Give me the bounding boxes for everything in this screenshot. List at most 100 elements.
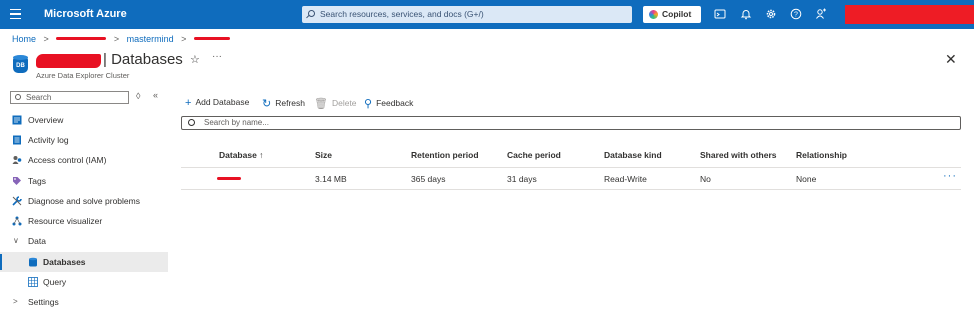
add-database-label: Add Database bbox=[195, 97, 250, 107]
column-header-kind[interactable]: Database kind bbox=[604, 150, 662, 160]
column-header-size[interactable]: Size bbox=[315, 150, 332, 160]
page-title: | Databases bbox=[103, 51, 183, 68]
trash-icon: 🗑 bbox=[314, 98, 328, 110]
page-title-text: Databases bbox=[111, 51, 183, 68]
sidebar-item-label: Activity log bbox=[28, 135, 69, 145]
chevron-down-icon: ∨ bbox=[13, 236, 19, 245]
breadcrumb: Home > > mastermind > bbox=[12, 33, 230, 44]
search-icon bbox=[188, 119, 195, 126]
favorite-star-icon[interactable]: ☆ bbox=[190, 53, 200, 66]
sidebar-item-label: Tags bbox=[28, 176, 46, 186]
expand-toggle-icon[interactable]: ◊ bbox=[136, 91, 140, 101]
delete-button[interactable]: 🗑 Delete bbox=[314, 97, 357, 110]
sidebar-item-overview[interactable]: Overview bbox=[0, 110, 168, 130]
search-icon bbox=[308, 10, 315, 17]
breadcrumb-mastermind[interactable]: mastermind bbox=[127, 34, 174, 44]
global-search-placeholder: Search resources, services, and docs (G+… bbox=[320, 9, 484, 19]
visualizer-icon bbox=[12, 216, 22, 226]
redacted-database-name[interactable] bbox=[217, 177, 241, 180]
sidebar-item-label: Databases bbox=[43, 257, 86, 267]
sidebar-item-label: Settings bbox=[28, 297, 59, 307]
feedback-icon: ⚲ bbox=[364, 98, 373, 110]
sidebar-item-label: Data bbox=[28, 236, 46, 246]
breadcrumb-separator: > bbox=[113, 33, 120, 44]
breadcrumb-redacted-item[interactable] bbox=[56, 37, 107, 41]
collapse-sidebar-icon[interactable]: « bbox=[153, 90, 158, 100]
column-header-retention[interactable]: Retention period bbox=[411, 150, 479, 160]
column-header-database[interactable]: Database ↑ bbox=[219, 150, 263, 160]
sidebar-item-query[interactable]: Query bbox=[0, 272, 168, 292]
sidebar-item-label: Overview bbox=[28, 115, 64, 125]
sidebar-item-databases[interactable]: Databases bbox=[0, 252, 168, 272]
cell-size: 3.14 MB bbox=[315, 174, 347, 184]
sidebar-item-resource-visualizer[interactable]: Resource visualizer bbox=[0, 211, 168, 231]
cell-relationship: None bbox=[796, 174, 817, 184]
feedback-button[interactable]: ⚲ Feedback bbox=[364, 97, 413, 110]
copilot-button[interactable]: Copilot bbox=[643, 6, 701, 23]
top-bar: Microsoft Azure Search resources, servic… bbox=[0, 0, 974, 29]
sidebar-item-label: Query bbox=[43, 277, 67, 287]
column-header-relationship[interactable]: Relationship bbox=[796, 150, 847, 160]
breadcrumb-separator: > bbox=[181, 33, 187, 44]
delete-label: Delete bbox=[331, 98, 357, 108]
add-database-button[interactable]: + Add Database bbox=[185, 97, 249, 109]
filter-by-name-input[interactable]: Search by name... bbox=[181, 116, 961, 130]
terminal-icon[interactable] bbox=[714, 8, 726, 20]
feedback-icon[interactable] bbox=[815, 8, 827, 20]
plus-icon: + bbox=[185, 97, 192, 109]
sidebar-search-placeholder: Search bbox=[26, 93, 52, 102]
header-divider bbox=[181, 167, 961, 168]
wrench-icon bbox=[12, 196, 22, 206]
column-header-shared[interactable]: Shared with others bbox=[700, 150, 777, 160]
title-separator: | bbox=[103, 51, 107, 68]
sidebar-item-label: Diagnose and solve problems bbox=[28, 196, 140, 206]
sidebar-search-input[interactable]: Search bbox=[10, 91, 129, 104]
cell-retention: 365 days bbox=[411, 174, 446, 184]
sidebar-item-diagnose[interactable]: Diagnose and solve problems bbox=[0, 191, 168, 211]
sidebar-item-tags[interactable]: Tags bbox=[0, 171, 168, 191]
sidebar-group-data[interactable]: ∨ Data bbox=[0, 231, 168, 251]
more-options-icon[interactable]: ··· bbox=[212, 51, 222, 62]
gear-icon[interactable] bbox=[765, 8, 777, 20]
copilot-logo-icon bbox=[649, 10, 658, 19]
cell-kind: Read-Write bbox=[604, 174, 647, 184]
overview-icon bbox=[12, 115, 22, 125]
svg-text:?: ? bbox=[794, 12, 798, 19]
refresh-icon: ↻ bbox=[262, 98, 272, 110]
hamburger-menu-icon[interactable] bbox=[10, 9, 21, 19]
query-icon bbox=[28, 277, 38, 287]
tag-icon bbox=[13, 177, 21, 185]
row-divider bbox=[181, 189, 961, 190]
cell-cache: 31 days bbox=[507, 174, 537, 184]
sidebar-item-label: Resource visualizer bbox=[28, 216, 103, 226]
refresh-button[interactable]: ↻ Refresh bbox=[262, 97, 305, 110]
breadcrumb-redacted-item[interactable] bbox=[193, 37, 230, 41]
sidebar-group-settings[interactable]: > Settings bbox=[0, 292, 168, 312]
copilot-label: Copilot bbox=[662, 9, 692, 19]
sidebar-item-activity-log[interactable]: Activity log bbox=[0, 130, 168, 150]
redacted-account[interactable] bbox=[845, 5, 974, 24]
refresh-label: Refresh bbox=[275, 98, 305, 108]
iam-icon bbox=[12, 156, 22, 164]
global-search-input[interactable]: Search resources, services, and docs (G+… bbox=[302, 6, 632, 23]
database-icon: DB bbox=[13, 55, 28, 73]
filter-placeholder: Search by name... bbox=[204, 118, 269, 127]
activity-log-icon bbox=[13, 135, 21, 145]
row-more-options-icon[interactable]: ··· bbox=[943, 170, 957, 182]
database-icon bbox=[29, 257, 37, 267]
cell-shared: No bbox=[700, 174, 711, 184]
help-icon[interactable]: ? bbox=[790, 8, 802, 20]
sidebar-item-label: Access control (IAM) bbox=[28, 155, 107, 165]
brand-title[interactable]: Microsoft Azure bbox=[44, 8, 127, 20]
breadcrumb-home[interactable]: Home bbox=[12, 34, 36, 44]
bell-icon[interactable] bbox=[740, 8, 752, 20]
sidebar-item-access-control[interactable]: Access control (IAM) bbox=[0, 150, 168, 170]
close-icon[interactable]: ✕ bbox=[945, 51, 957, 68]
search-icon bbox=[15, 94, 21, 100]
column-header-cache[interactable]: Cache period bbox=[507, 150, 561, 160]
chevron-right-icon: > bbox=[13, 297, 18, 306]
breadcrumb-separator: > bbox=[43, 33, 49, 44]
redacted-cluster-name bbox=[36, 54, 101, 68]
feedback-label: Feedback bbox=[376, 98, 414, 108]
page-subtitle: Azure Data Explorer Cluster bbox=[36, 71, 130, 80]
